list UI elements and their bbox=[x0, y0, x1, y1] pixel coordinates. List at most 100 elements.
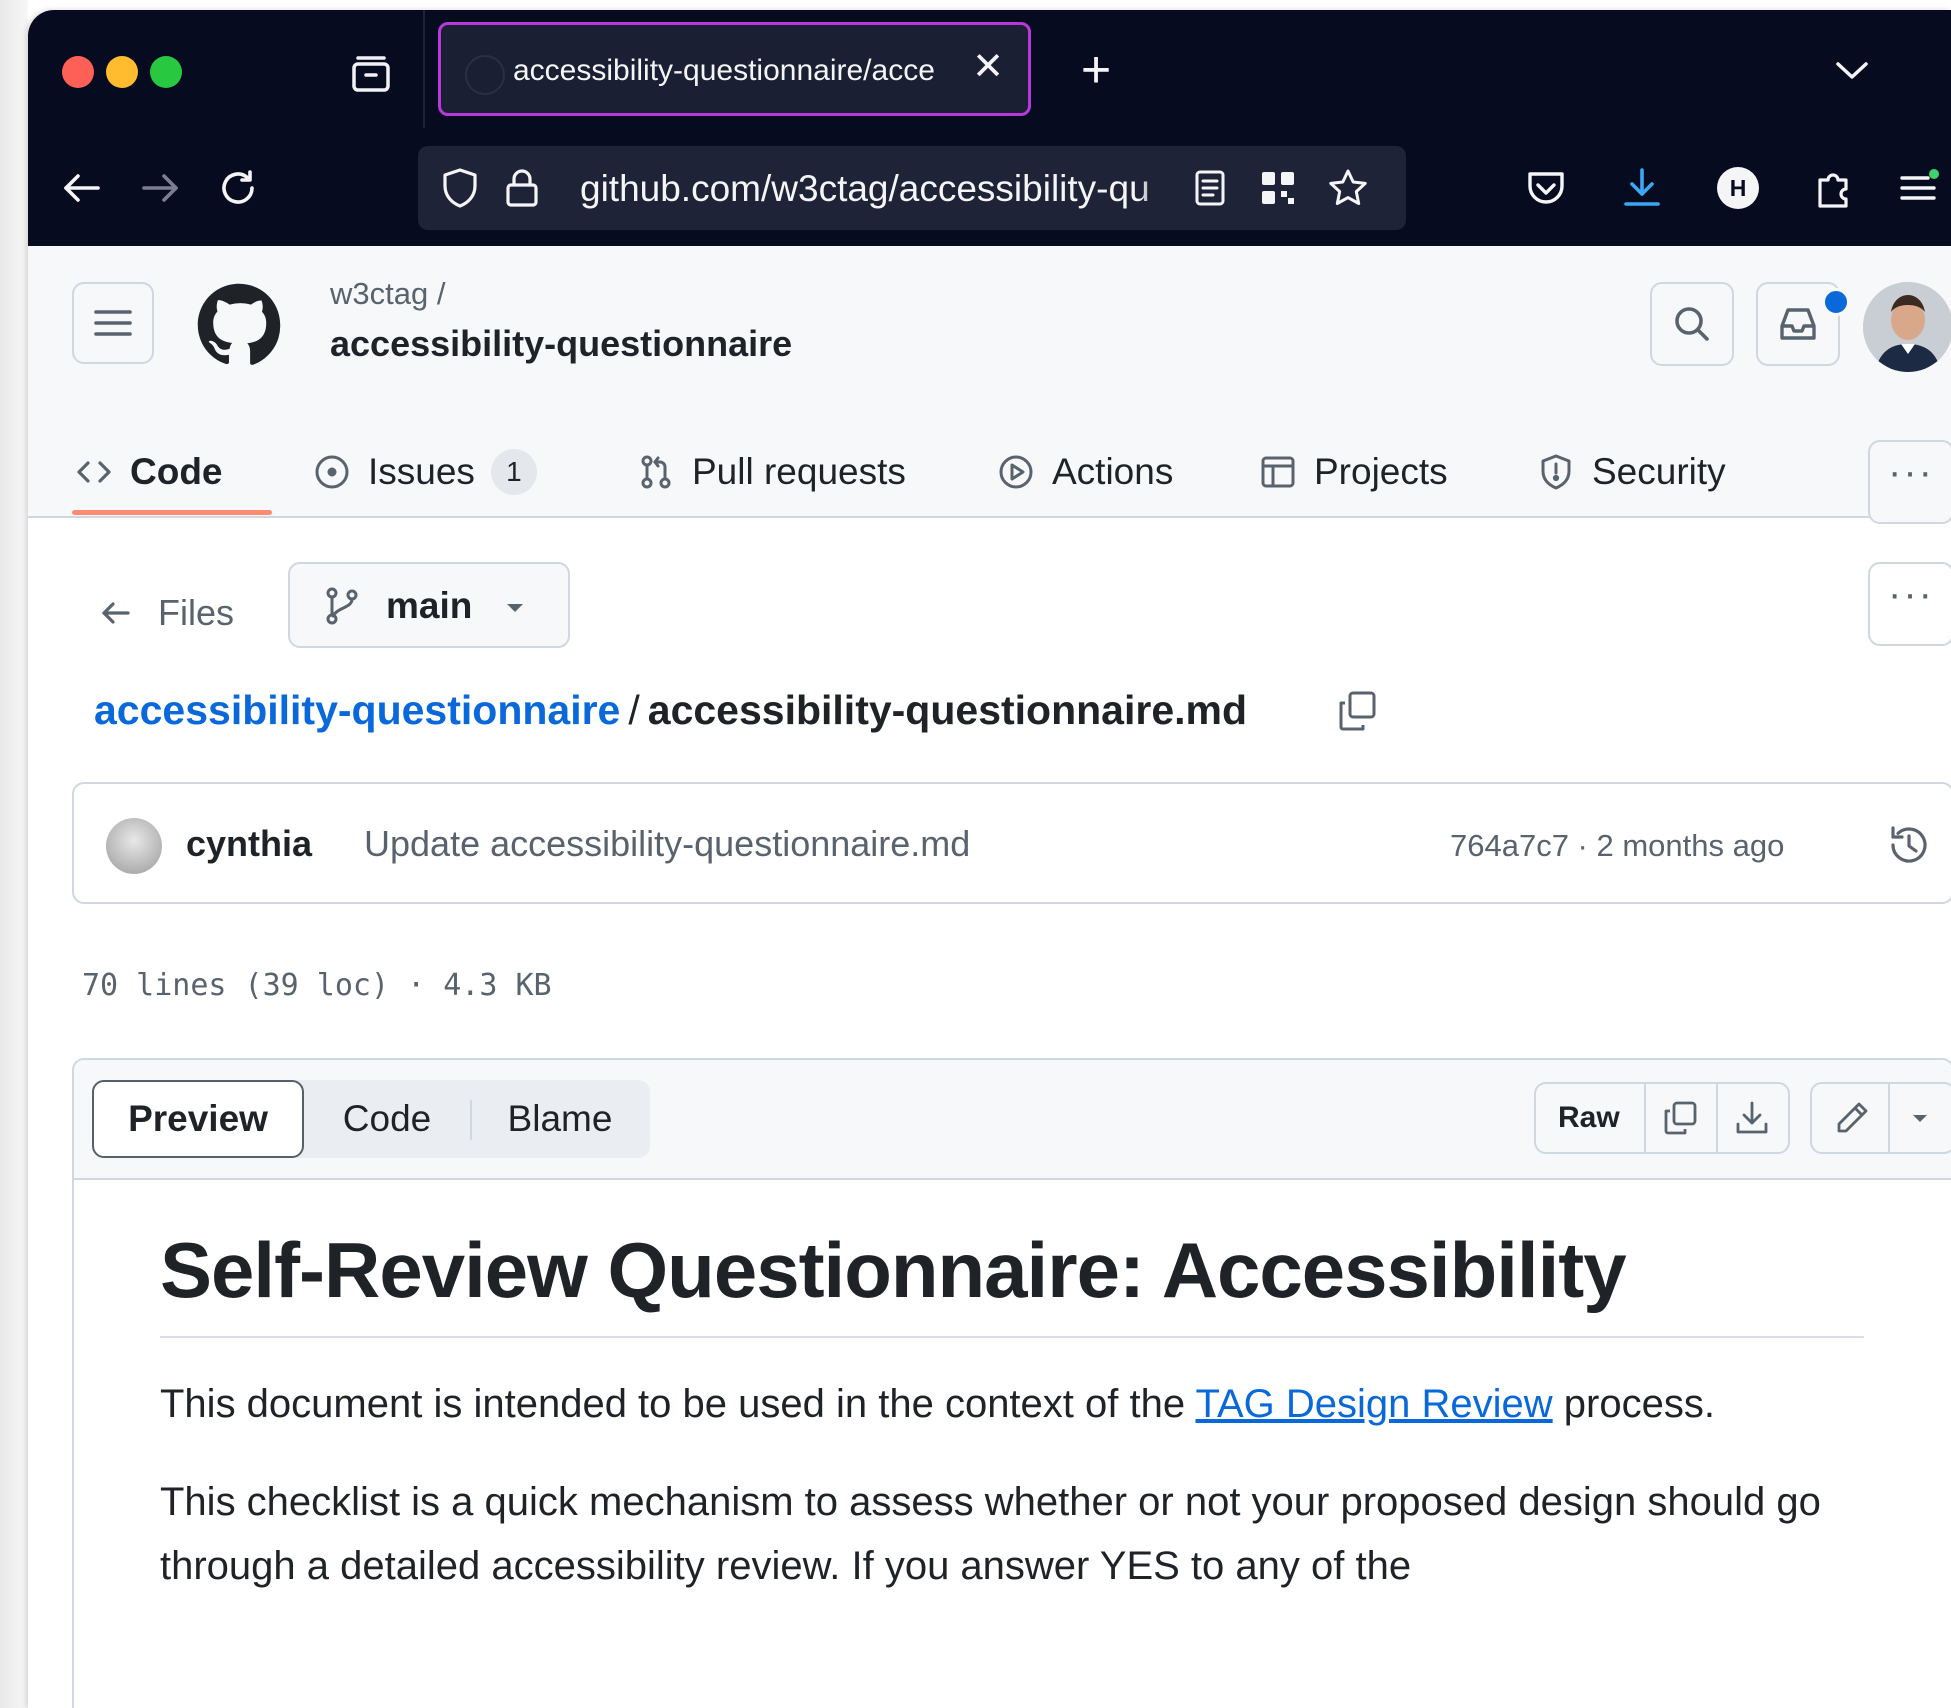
tab-separator bbox=[423, 10, 425, 128]
file-more-options-button[interactable]: ··· bbox=[1868, 562, 1951, 646]
repository-navigation: Code Issues 1 Pull requests Actions Proj… bbox=[28, 426, 1951, 524]
search-button[interactable] bbox=[1650, 282, 1734, 366]
svg-text:H: H bbox=[1730, 175, 1747, 201]
pocket-icon[interactable] bbox=[1522, 164, 1570, 212]
download-icon[interactable] bbox=[1732, 1098, 1772, 1138]
copy-raw-icon[interactable] bbox=[1660, 1098, 1700, 1138]
close-window-button[interactable] bbox=[62, 56, 94, 88]
pencil-icon[interactable] bbox=[1832, 1098, 1872, 1138]
reader-view-icon[interactable] bbox=[1188, 166, 1232, 210]
zoom-window-button[interactable] bbox=[150, 56, 182, 88]
raw-copy-download-group: Raw bbox=[1534, 1082, 1790, 1154]
back-arrow-icon[interactable] bbox=[58, 164, 106, 212]
tab-actions[interactable]: Actions bbox=[996, 444, 1173, 500]
downloads-icon[interactable] bbox=[1618, 164, 1666, 212]
tab-groups-icon[interactable] bbox=[346, 48, 396, 98]
arrow-left-icon bbox=[102, 602, 130, 624]
breadcrumb-repo-link[interactable]: accessibility-questionnaire bbox=[94, 687, 620, 733]
new-tab-button[interactable]: + bbox=[1068, 42, 1124, 98]
branch-selector-button[interactable]: main bbox=[288, 562, 570, 648]
lock-icon[interactable] bbox=[500, 166, 544, 210]
tab-issues-label: Issues bbox=[368, 451, 475, 492]
extensions-puzzle-icon[interactable] bbox=[1810, 164, 1858, 212]
tab-code-view[interactable]: Code bbox=[304, 1080, 470, 1158]
tab-actions-label: Actions bbox=[1052, 451, 1174, 492]
bookmark-star-icon[interactable] bbox=[1326, 166, 1370, 210]
git-pull-request-icon bbox=[641, 455, 671, 489]
issue-opened-icon bbox=[315, 455, 349, 489]
breadcrumb-separator: / bbox=[628, 687, 640, 733]
tag-design-review-link[interactable]: TAG Design Review bbox=[1196, 1382, 1553, 1426]
intro-text-before: This document is intended to be used in … bbox=[160, 1382, 1196, 1426]
user-avatar[interactable] bbox=[1863, 282, 1951, 372]
reload-icon[interactable] bbox=[214, 164, 262, 212]
tab-security-label: Security bbox=[1592, 451, 1726, 492]
minimize-window-button[interactable] bbox=[106, 56, 138, 88]
raw-button[interactable]: Raw bbox=[1536, 1084, 1644, 1152]
button-divider bbox=[1644, 1084, 1646, 1152]
tab-pull-requests-label: Pull requests bbox=[692, 451, 906, 492]
forward-arrow-icon[interactable] bbox=[136, 164, 184, 212]
tab-close-icon[interactable]: ✕ bbox=[970, 47, 1006, 87]
tab-preview[interactable]: Preview bbox=[92, 1080, 304, 1158]
play-icon bbox=[999, 455, 1033, 489]
url-fade bbox=[1138, 158, 1178, 218]
commit-author-link[interactable]: cynthia bbox=[186, 820, 312, 868]
files-back-label: Files bbox=[158, 592, 235, 633]
github-favicon-icon bbox=[465, 55, 505, 95]
search-icon bbox=[1675, 307, 1709, 341]
issues-count-badge: 1 bbox=[490, 449, 537, 495]
tab-title: accessibility-questionnaire/acce bbox=[513, 54, 935, 87]
tab-projects[interactable]: Projects bbox=[1258, 444, 1448, 500]
tab-security[interactable]: Security bbox=[1536, 444, 1726, 500]
branch-name: main bbox=[386, 585, 473, 626]
shield-icon bbox=[1541, 454, 1571, 490]
file-viewer-header: Preview Code Blame Raw bbox=[74, 1060, 1951, 1180]
browser-window: accessibility-questionnaire/acce ✕ + git… bbox=[28, 10, 1951, 1708]
edit-button-group bbox=[1810, 1082, 1951, 1154]
intro-text-after: process. bbox=[1552, 1382, 1715, 1426]
raw-label: Raw bbox=[1558, 1101, 1620, 1134]
tracking-shield-icon[interactable] bbox=[438, 166, 482, 210]
browser-tab-active[interactable]: accessibility-questionnaire/acce ✕ bbox=[438, 22, 1031, 116]
repo-owner-link[interactable]: w3ctag / bbox=[330, 274, 445, 314]
more-nav-button[interactable]: ··· bbox=[1868, 440, 1951, 524]
tab-issues[interactable]: Issues 1 bbox=[312, 444, 537, 500]
triangle-down-icon[interactable] bbox=[1900, 1098, 1940, 1138]
open-global-navigation-button[interactable] bbox=[72, 282, 154, 364]
markdown-body: Self-Review Questionnaire: Accessibility… bbox=[160, 1220, 1864, 1598]
qr-code-icon[interactable] bbox=[1256, 166, 1300, 210]
button-divider bbox=[1888, 1084, 1890, 1152]
tab-blame[interactable]: Blame bbox=[472, 1080, 648, 1158]
commit-hash-and-time[interactable]: 764a7c7 · 2 months ago bbox=[1450, 824, 1784, 868]
file-stats: 70 lines (39 loc) · 4.3 KB bbox=[82, 968, 552, 1003]
address-bar[interactable]: github.com/w3ctag/accessibility-qu bbox=[418, 146, 1406, 230]
tab-projects-label: Projects bbox=[1314, 451, 1448, 492]
tab-code-label: Code bbox=[130, 451, 223, 492]
git-branch-icon bbox=[326, 587, 358, 625]
url-text[interactable]: github.com/w3ctag/accessibility-qu bbox=[580, 166, 1170, 212]
latest-commit-box: cynthia Update accessibility-questionnai… bbox=[72, 782, 1951, 904]
view-mode-toggle: Preview Code Blame bbox=[92, 1080, 650, 1158]
commit-author-avatar[interactable] bbox=[106, 818, 162, 874]
desktop-edge bbox=[0, 0, 28, 1708]
account-h-icon[interactable]: H bbox=[1714, 164, 1762, 212]
commit-message-link[interactable]: Update accessibility-questionnaire.md bbox=[364, 820, 970, 868]
tab-bar: accessibility-questionnaire/acce ✕ + bbox=[28, 10, 1951, 128]
breadcrumb: accessibility-questionnaire / accessibilit… bbox=[94, 682, 1247, 738]
file-viewer: Preview Code Blame Raw Self-Review Quest… bbox=[72, 1058, 1951, 1708]
navigation-toolbar: github.com/w3ctag/accessibility-qu H bbox=[28, 128, 1951, 246]
app-menu-icon[interactable] bbox=[1894, 164, 1942, 212]
button-divider bbox=[1716, 1084, 1718, 1152]
repo-name-link[interactable]: accessibility-questionnaire bbox=[330, 322, 792, 366]
history-icon[interactable] bbox=[1884, 820, 1934, 870]
github-logo-icon[interactable] bbox=[196, 282, 282, 368]
files-back-link[interactable]: Files bbox=[96, 590, 234, 636]
checklist-paragraph: This checklist is a quick mechanism to a… bbox=[160, 1480, 1821, 1588]
chevron-down-icon[interactable] bbox=[1828, 50, 1876, 90]
breadcrumb-file-name: accessibility-questionnaire.md bbox=[647, 687, 1248, 733]
tab-pull-requests[interactable]: Pull requests bbox=[636, 444, 906, 500]
intro-paragraph: This document is intended to be used in … bbox=[160, 1372, 1864, 1436]
copy-icon[interactable] bbox=[1332, 686, 1382, 736]
tab-code[interactable]: Code bbox=[74, 444, 223, 500]
